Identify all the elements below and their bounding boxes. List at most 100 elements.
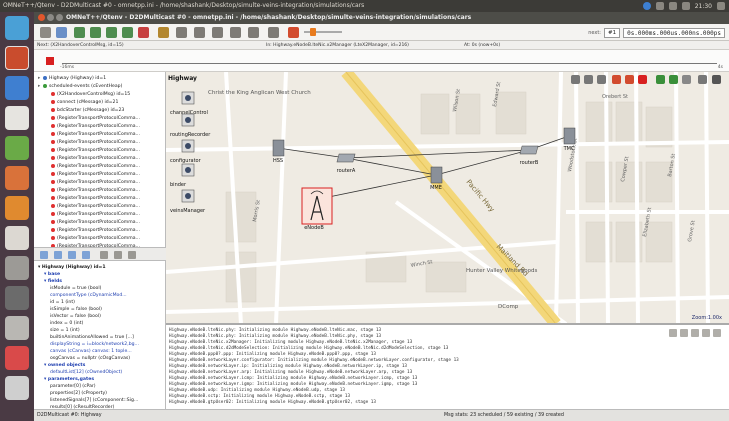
tree-item[interactable]: bdcStarter (cMessage) id=23 xyxy=(46,107,124,115)
property-row[interactable]: componentType (cDynamicMod... xyxy=(50,292,127,299)
tree-item[interactable]: (RegisterTransportProtocolComma... xyxy=(46,123,140,131)
tree-item[interactable]: (RegisterTransportProtocolComma... xyxy=(46,195,140,203)
forward-icon[interactable] xyxy=(114,251,122,259)
tree-item[interactable]: (RegisterTransportProtocolComma... xyxy=(46,203,140,211)
drive-icon[interactable] xyxy=(5,316,29,340)
animation-speed-icon[interactable] xyxy=(288,27,299,38)
grouped-icon[interactable] xyxy=(68,251,76,259)
up-nav-icon[interactable] xyxy=(597,75,606,84)
flat-icon[interactable] xyxy=(82,251,90,259)
property-row[interactable]: defaultList[12] (cOwnedObject) xyxy=(50,369,122,376)
tree-item[interactable]: ▸ scheduled-events (cEventHeap) xyxy=(38,83,122,91)
log-window[interactable]: Highway.eNodeB.lteNic.phy: Initializing … xyxy=(166,324,729,409)
tree-item[interactable]: (RegisterTransportProtocolComma... xyxy=(46,171,140,179)
property-row[interactable]: ▾ owned objects xyxy=(44,362,85,369)
tree-item[interactable]: (RegisterTransportProtocolComma... xyxy=(46,131,140,139)
tree-item[interactable]: (RegisterTransportProtocolComma... xyxy=(46,187,140,195)
tree-item[interactable]: (RegisterTransportProtocolComma... xyxy=(46,179,140,187)
zoom-in-icon[interactable] xyxy=(656,75,665,84)
network-canvas[interactable]: Pacific Hwy Maitland Rd Orebert St Woodstoc… xyxy=(166,72,729,324)
close-window-icon[interactable] xyxy=(38,14,45,21)
property-row[interactable]: size = 1 (int) xyxy=(50,327,80,334)
files-icon[interactable] xyxy=(5,76,29,100)
children-icon[interactable] xyxy=(54,251,62,259)
run-icon[interactable] xyxy=(90,27,101,38)
undo-icon[interactable] xyxy=(612,75,621,84)
software-center-icon[interactable] xyxy=(5,196,29,220)
tree-item[interactable]: (RegisterTransportProtocolComma... xyxy=(46,115,140,123)
property-row[interactable]: isVector = false (bool) xyxy=(50,313,101,320)
terminal-icon[interactable] xyxy=(5,286,29,310)
power-icon[interactable] xyxy=(717,2,725,10)
property-row[interactable]: ▾ fields xyxy=(44,278,62,285)
minimize-window-icon[interactable] xyxy=(47,14,54,21)
property-row[interactable]: id = 1 (int) xyxy=(50,299,75,306)
writer-icon[interactable] xyxy=(5,106,29,130)
express-run-icon[interactable] xyxy=(122,27,133,38)
network-icon[interactable] xyxy=(668,2,677,10)
settings-icon[interactable] xyxy=(5,256,29,280)
module-MME[interactable]: MME xyxy=(430,166,443,191)
load-config-icon[interactable] xyxy=(40,27,51,38)
property-row[interactable]: parameter[0] (cPar) xyxy=(50,383,96,390)
maximize-window-icon[interactable] xyxy=(56,14,63,21)
tree-item[interactable]: (RegisterTransportProtocolComma... xyxy=(46,147,140,155)
rebuild-network-icon[interactable] xyxy=(56,27,67,38)
firefox-icon[interactable] xyxy=(5,46,29,70)
log-clear-icon[interactable] xyxy=(713,329,721,337)
stop-relayout-icon[interactable] xyxy=(638,75,647,84)
property-row[interactable]: index = 0 (int) xyxy=(50,320,83,327)
tree-item[interactable]: (RegisterTransportProtocolComma... xyxy=(46,155,140,163)
module-HSS[interactable]: HSS xyxy=(272,139,285,164)
tree-item[interactable]: ▸ Highway (Highway) id=1 xyxy=(38,75,106,83)
trash-icon[interactable] xyxy=(5,376,29,400)
property-row[interactable]: properties[2] (cProperty) xyxy=(50,390,107,397)
tree-item[interactable]: (RegisterTransportProtocolComma... xyxy=(46,227,140,235)
tree-item[interactable]: connect (cMessage) id=21 xyxy=(46,99,118,107)
log-find-icon[interactable] xyxy=(680,329,688,337)
more-icon[interactable] xyxy=(712,75,721,84)
input-method-icon[interactable] xyxy=(655,2,664,10)
object-inspector[interactable]: ▾ Highway (Highway) id=1 ▾ base ▾ fields is… xyxy=(34,261,166,409)
property-row[interactable]: listenedSignals[7] (cComponent::Sig... xyxy=(50,397,138,404)
forward-nav-icon[interactable] xyxy=(584,75,593,84)
property-row[interactable]: ▾ base xyxy=(44,271,60,278)
tree-item[interactable]: (RegisterTransportProtocolComma... xyxy=(46,219,140,227)
zoom-out-icon[interactable] xyxy=(669,75,678,84)
tree-item[interactable]: (RegisterTransportProtocolComma... xyxy=(46,211,140,219)
animation-speed-slider[interactable] xyxy=(304,28,342,36)
step-icon[interactable] xyxy=(74,27,85,38)
layers-icon[interactable] xyxy=(698,75,707,84)
tree-item[interactable]: (RegisterTransportProtocolComma... xyxy=(46,235,140,243)
record-icon[interactable] xyxy=(248,27,259,38)
property-row[interactable]: ▾ parameters,gates xyxy=(44,376,94,383)
up-icon[interactable] xyxy=(128,251,136,259)
amazon-icon[interactable] xyxy=(5,226,29,250)
mode-icon[interactable] xyxy=(40,251,48,259)
find-icon[interactable] xyxy=(194,27,205,38)
timeline-event-marker[interactable] xyxy=(46,57,54,65)
slider-handle[interactable] xyxy=(310,28,316,36)
omnetpp-icon[interactable] xyxy=(5,346,29,370)
search-icon[interactable] xyxy=(682,75,691,84)
preferences-icon[interactable] xyxy=(268,27,279,38)
run-until-icon[interactable] xyxy=(158,27,169,38)
property-row[interactable]: ▾ Highway (Highway) id=1 xyxy=(38,264,106,271)
property-row[interactable]: displayString = i=block/network2,bg... xyxy=(50,341,139,348)
calc-icon[interactable] xyxy=(5,136,29,160)
property-row[interactable]: canvas (cCanvas) canvas: 1 tople... xyxy=(50,348,132,355)
back-icon[interactable] xyxy=(100,251,108,259)
property-row[interactable]: osgCanvas = nullptr (cOsgCanvas) xyxy=(50,355,130,362)
property-row[interactable]: isModule = true (bool) xyxy=(50,285,101,292)
timeline[interactable]: -16ms 4s xyxy=(34,50,729,72)
event-filter-icon[interactable] xyxy=(176,27,187,38)
tree-item[interactable]: (X2HandoverControlMsg) id=15 xyxy=(46,91,130,99)
property-row[interactable]: builtinAnimationsAllowed = true [...] xyxy=(50,334,134,341)
log-save-icon[interactable] xyxy=(691,329,699,337)
search-dash-icon[interactable] xyxy=(5,16,29,40)
chrome-icon[interactable] xyxy=(642,2,651,10)
object-navigator[interactable]: ▸ Highway (Highway) id=1 ▸ scheduled-events… xyxy=(34,72,166,247)
log-filter-icon[interactable] xyxy=(669,329,677,337)
back-nav-icon[interactable] xyxy=(571,75,580,84)
module-TMC[interactable]: TMC xyxy=(563,127,576,152)
